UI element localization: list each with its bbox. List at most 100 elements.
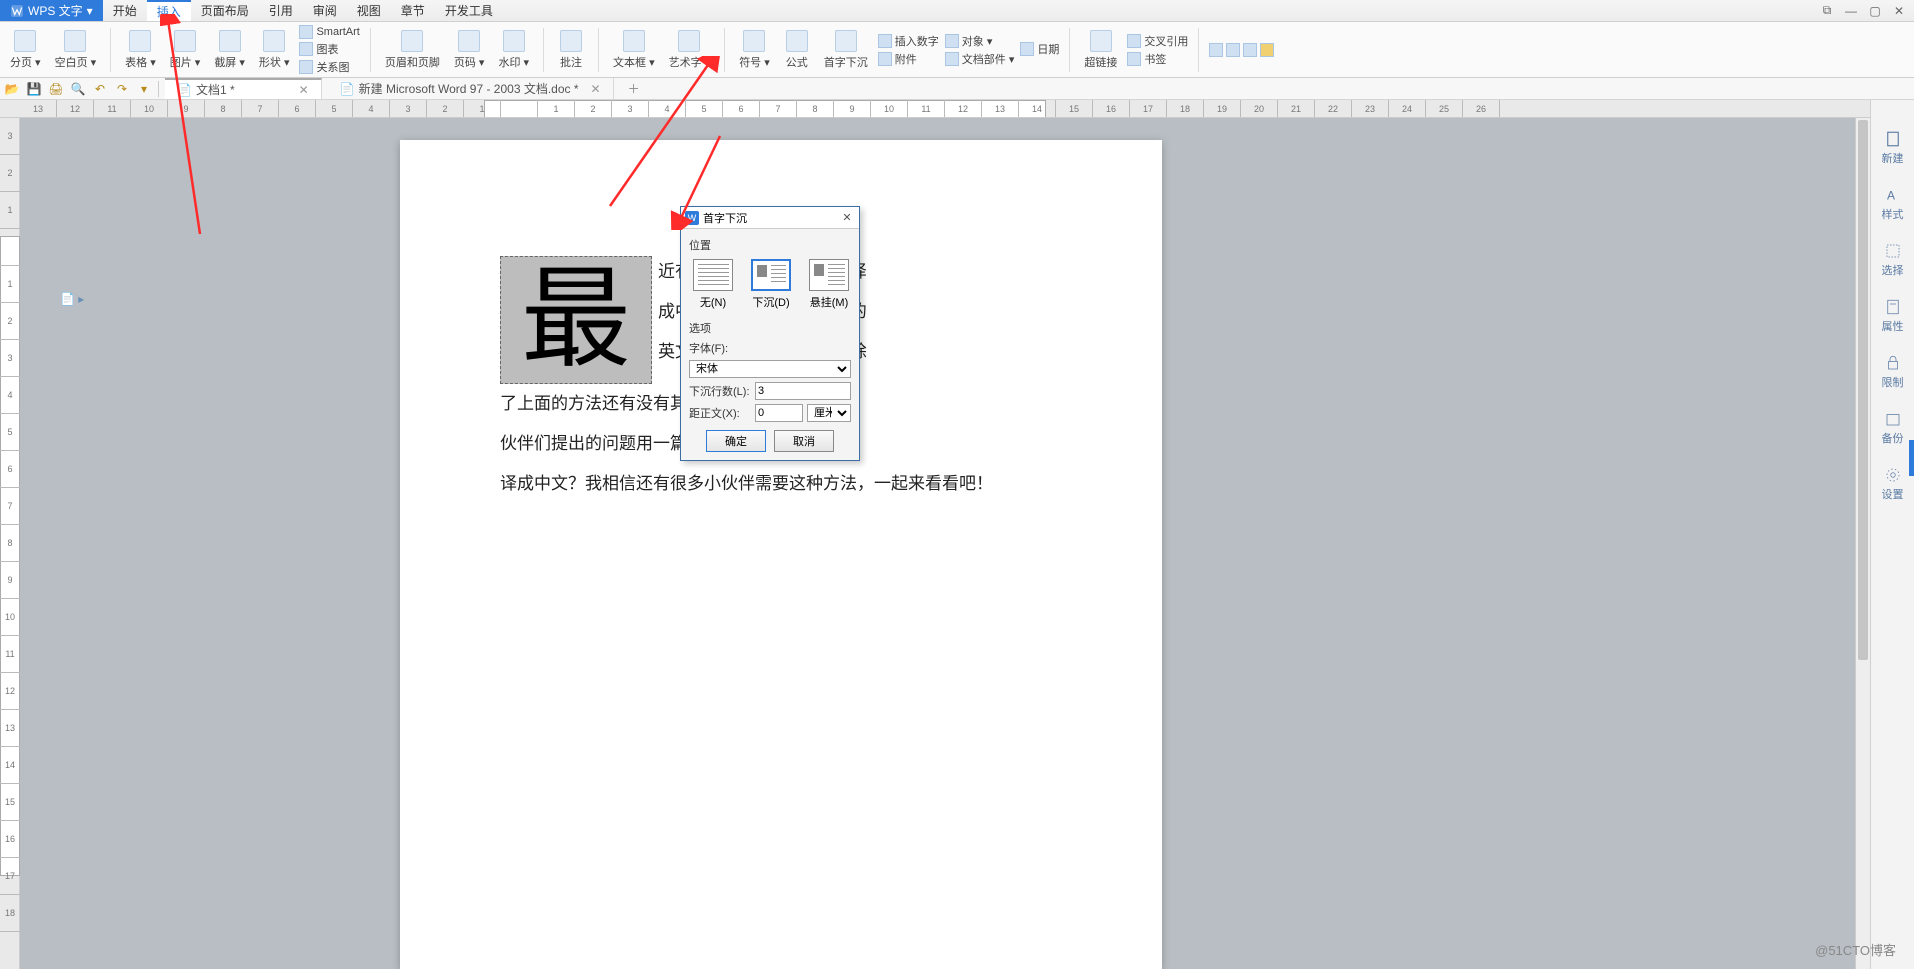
dropcap-frame[interactable]: 最 (500, 256, 652, 384)
ribbon-hyperlink[interactable]: 超链接 (1080, 28, 1121, 72)
ribbon-chart[interactable]: 图表 (299, 41, 359, 57)
side-panel: 新建 A样式 选择 属性 限制 备份 设置 (1870, 100, 1914, 969)
undo-icon[interactable]: ↶ (92, 81, 108, 97)
side-restrict[interactable]: 限制 (1882, 354, 1904, 390)
ribbon-screenshot[interactable]: 截屏 ▾ (210, 28, 249, 72)
ribbon-wordart[interactable]: 艺术字 ▾ (665, 28, 715, 72)
side-select[interactable]: 选择 (1882, 242, 1904, 278)
ribbon-relation[interactable]: 关系图 (299, 59, 359, 75)
ribbon-toggle-icon[interactable]: ⧉ (1816, 2, 1838, 20)
property-icon (1884, 298, 1902, 316)
menu-tab-section[interactable]: 章节 (391, 0, 435, 21)
ribbon-insert-group: 插入数字 附件 (878, 33, 939, 67)
ribbon-smartart-group: SmartArt 图表 关系图 (299, 25, 359, 75)
watermark: @51CTO博客 (1815, 940, 1896, 959)
dialog-close-icon[interactable]: ✕ (839, 210, 855, 226)
app-badge[interactable]: WPS 文字 ▾ (0, 0, 103, 21)
position-label: 位置 (689, 237, 851, 253)
menu-tab-view[interactable]: 视图 (347, 0, 391, 21)
close-icon[interactable]: ✕ (1888, 2, 1910, 20)
v-ruler[interactable]: 321123456789101112131415161718 (0, 118, 20, 969)
distance-input[interactable] (755, 404, 803, 422)
menu-tabs: 开始 插入 页面布局 引用 审阅 视图 章节 开发工具 (103, 0, 503, 21)
ribbon-blank-page[interactable]: 空白页 ▾ (51, 28, 101, 72)
ribbon-page-number[interactable]: 页码 ▾ (450, 28, 489, 72)
minimize-icon[interactable]: — (1840, 2, 1862, 20)
ribbon-page-break[interactable]: 分页 ▾ (6, 28, 45, 72)
side-new[interactable]: 新建 (1882, 130, 1904, 166)
ribbon-bookmark[interactable]: 书签 (1127, 51, 1188, 67)
ribbon-doc-parts[interactable]: 文档部件 ▾ (945, 51, 1015, 67)
side-backup[interactable]: 备份 (1882, 410, 1904, 446)
open-icon[interactable]: 📂 (4, 81, 20, 97)
add-tab-icon[interactable]: ＋ (620, 80, 648, 97)
misc-icon-1[interactable] (1209, 43, 1223, 57)
side-settings[interactable]: 设置 (1882, 466, 1904, 502)
doc-tab-2-close-icon[interactable]: ✕ (591, 82, 601, 96)
backup-icon (1884, 410, 1902, 428)
font-field-label: 字体(F): (689, 340, 751, 356)
app-dropdown-icon: ▾ (87, 4, 93, 18)
preview-icon[interactable]: 🔍 (70, 81, 86, 97)
doc-tab-2[interactable]: 📄 新建 Microsoft Word 97 - 2003 文档.doc * ✕ (328, 78, 614, 99)
v-scrollbar[interactable] (1855, 118, 1870, 969)
ribbon-date[interactable]: 日期 (1020, 41, 1059, 57)
ribbon-watermark[interactable]: 水印 ▾ (494, 28, 533, 72)
doc-tab-1-label: 文档1 * (196, 81, 235, 98)
font-select[interactable]: 宋体 (689, 360, 851, 378)
maximize-icon[interactable]: ▢ (1864, 2, 1886, 20)
ribbon-dropcap[interactable]: 首字下沉 (820, 28, 872, 72)
distance-unit-select[interactable]: 厘米 ▾ (807, 404, 851, 422)
ribbon-table[interactable]: 表格 ▾ (121, 28, 160, 72)
ribbon-header-footer[interactable]: 页眉和页脚 (381, 28, 444, 72)
ribbon-link-group: 交叉引用 书签 (1127, 33, 1188, 67)
qat-more-icon[interactable]: ▾ (136, 81, 152, 97)
doc-tab-1[interactable]: 📄 文档1 * ✕ (165, 78, 322, 99)
menu-tab-devtools[interactable]: 开发工具 (435, 0, 503, 21)
ribbon-insert-group2: 对象 ▾ 文档部件 ▾ (945, 33, 1015, 67)
document-canvas[interactable]: 📄 ▸ 最 近有很 将图片中的英文翻译 成中文 如果要是将图片中的 英文一 话太… (20, 118, 1870, 969)
redo-icon[interactable]: ↷ (114, 81, 130, 97)
menu-tab-insert[interactable]: 插入 (147, 0, 191, 21)
h-ruler[interactable]: 1312111098765432112345678910111213141516… (0, 100, 1914, 118)
ribbon-picture[interactable]: 图片 ▾ (166, 28, 205, 72)
ribbon-attachment[interactable]: 附件 (878, 51, 939, 67)
ribbon-misc (1209, 43, 1274, 57)
misc-icon-3[interactable] (1243, 43, 1257, 57)
position-options: 无(N) 下沉(D) 悬挂(M) (689, 255, 851, 314)
misc-icon-4[interactable] (1260, 43, 1274, 57)
side-style[interactable]: A样式 (1882, 186, 1904, 222)
pos-hanging[interactable]: 悬挂(M) (805, 255, 853, 314)
ribbon-object[interactable]: 对象 ▾ (945, 33, 1015, 49)
menu-tab-home[interactable]: 开始 (103, 0, 147, 21)
doc-tab-1-close-icon[interactable]: ✕ (299, 83, 309, 97)
gear-icon (1884, 466, 1902, 484)
body-line: 译成中文？我相信还有很多小伙伴需要这种方法，一起来看看吧！ (500, 464, 1062, 504)
pos-none[interactable]: 无(N) (689, 255, 737, 314)
lines-input[interactable] (755, 382, 851, 400)
dialog-titlebar[interactable]: W 首字下沉 ✕ (681, 207, 859, 229)
menu-tab-pagelayout[interactable]: 页面布局 (191, 0, 259, 21)
menu-tab-review[interactable]: 审阅 (303, 0, 347, 21)
misc-icon-2[interactable] (1226, 43, 1240, 57)
ribbon-crossref[interactable]: 交叉引用 (1127, 33, 1188, 49)
title-bar: WPS 文字 ▾ 开始 插入 页面布局 引用 审阅 视图 章节 开发工具 ⧉ —… (0, 0, 1914, 22)
scrollbar-thumb[interactable] (1858, 120, 1868, 660)
select-icon (1884, 242, 1902, 260)
save-icon[interactable]: 💾 (26, 81, 42, 97)
ribbon-textbox[interactable]: 文本框 ▾ (609, 28, 659, 72)
cancel-button[interactable]: 取消 (774, 430, 834, 452)
side-property[interactable]: 属性 (1882, 298, 1904, 334)
ribbon-symbol[interactable]: 符号 ▾ (735, 28, 774, 72)
pos-dropped[interactable]: 下沉(D) (747, 255, 795, 314)
ribbon-comment[interactable]: 批注 (554, 28, 588, 72)
ok-button[interactable]: 确定 (706, 430, 766, 452)
ribbon-smartart[interactable]: SmartArt (299, 25, 359, 39)
ribbon-insert-number[interactable]: 插入数字 (878, 33, 939, 49)
menu-tab-reference[interactable]: 引用 (259, 0, 303, 21)
ribbon-shapes[interactable]: 形状 ▾ (255, 28, 294, 72)
wps-logo-icon (10, 4, 24, 18)
print-icon[interactable]: 🖨 (48, 81, 64, 97)
navpane-icon[interactable]: 📄 ▸ (60, 292, 84, 306)
ribbon-equation[interactable]: 公式 (780, 28, 814, 72)
